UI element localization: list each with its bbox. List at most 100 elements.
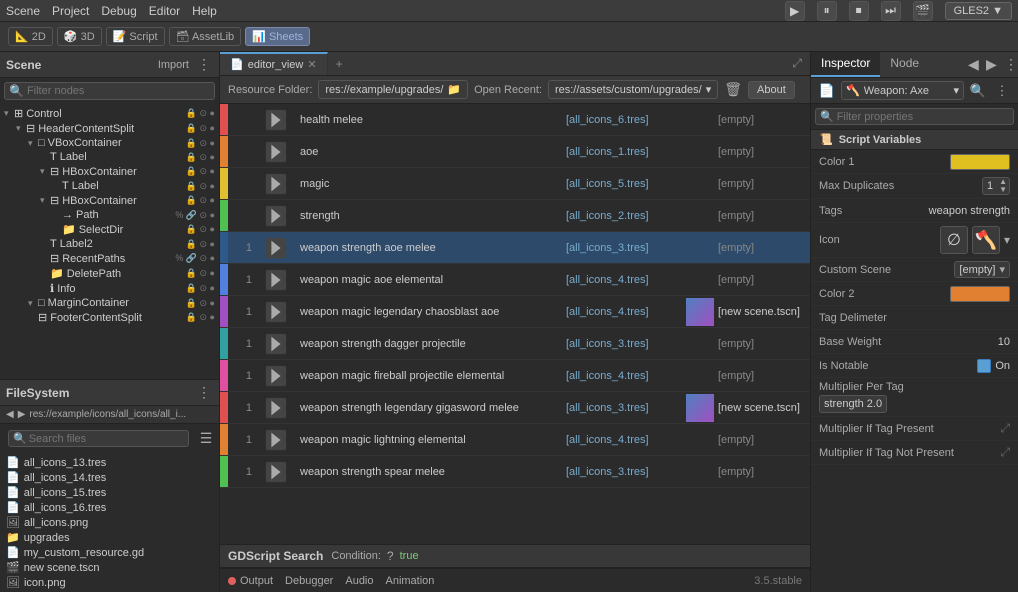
mode-script-btn[interactable]: 📝 Script <box>106 27 165 46</box>
menu-scene[interactable]: Scene <box>6 4 40 18</box>
prop-color1-swatch[interactable] <box>950 154 1010 170</box>
mult-not-present-expand[interactable]: ⤢ <box>1000 445 1010 460</box>
prop-notable-toggle[interactable]: On <box>977 359 1010 373</box>
fs-search-input[interactable] <box>29 433 184 445</box>
table-row[interactable]: aoe [all_icons_1.tres] [empty] <box>220 136 810 168</box>
animation-btn[interactable]: Animation <box>386 575 435 587</box>
prop-color2-swatch[interactable] <box>950 286 1010 302</box>
tree-item-label2[interactable]: TLabel2🔒 ⊙ ● <box>0 237 219 251</box>
fs-item[interactable]: 🖼all_icons.png <box>0 515 219 530</box>
tree-item-footercontentsplit[interactable]: ⊟FooterContentSplit🔒 ⊙ ● <box>0 310 219 325</box>
pause-button[interactable]: ⏸ <box>817 1 837 21</box>
inspector-filter-input[interactable] <box>837 111 1009 123</box>
tree-item-selectdir[interactable]: 📁SelectDir🔒 ⊙ ● <box>0 222 219 237</box>
open-recent-select[interactable]: res://assets/custom/upgrades/ ▾ <box>548 80 718 99</box>
movie-button[interactable]: 🎬 <box>913 1 933 21</box>
tree-item-control[interactable]: ▾⊞Control🔒 ⊙ ● <box>0 106 219 121</box>
table-row[interactable]: magic [all_icons_5.tres] [empty] <box>220 168 810 200</box>
tree-item-recentpaths[interactable]: ⊟RecentPaths% 🔗 ⊙ ● <box>0 251 219 266</box>
tree-item-label[interactable]: TLabel🔒 ⊙ ● <box>0 150 219 164</box>
tree-item-label[interactable]: TLabel🔒 ⊙ ● <box>0 179 219 193</box>
mode-3d-btn[interactable]: 🎲 3D <box>57 27 102 46</box>
play-button[interactable]: ▶ <box>785 1 805 21</box>
menu-debug[interactable]: Debug <box>101 4 136 18</box>
fs-item[interactable]: 📄all_icons_16.tres <box>0 500 219 515</box>
tree-item-hboxcontainer[interactable]: ▾⊟HBoxContainer🔒 ⊙ ● <box>0 193 219 208</box>
table-row[interactable]: 1 weapon strength dagger projectile [all… <box>220 328 810 360</box>
inspector-history-next[interactable]: ▶ <box>982 52 1000 77</box>
fs-item[interactable]: 📄all_icons_14.tres <box>0 470 219 485</box>
tab-close-btn[interactable]: ✕ <box>307 58 316 71</box>
inspector-filter-row[interactable]: 🔍 <box>815 108 1014 125</box>
fs-back-btn[interactable]: ◀ <box>6 409 14 420</box>
fs-item[interactable]: 📄all_icons_13.tres <box>0 455 219 470</box>
tree-item-hboxcontainer[interactable]: ▾⊟HBoxContainer🔒 ⊙ ● <box>0 164 219 179</box>
scene-menu-btn[interactable]: ⋮ <box>195 56 213 73</box>
table-row[interactable]: 1 weapon strength legendary gigasword me… <box>220 392 810 424</box>
tree-item-deletepath[interactable]: 📁DeletePath🔒 ⊙ ● <box>0 266 219 281</box>
maximize-btn[interactable]: ⤢ <box>784 52 810 75</box>
table-row[interactable]: 1 weapon magic lightning elemental [all_… <box>220 424 810 456</box>
mult-present-expand[interactable]: ⤢ <box>1000 421 1010 436</box>
table-row[interactable]: strength [all_icons_2.tres] [empty] <box>220 200 810 232</box>
menu-editor[interactable]: Editor <box>149 4 180 18</box>
table-row[interactable]: 1 weapon strength aoe melee [all_icons_3… <box>220 232 810 264</box>
table-row[interactable]: 1 weapon magic legendary chaosblast aoe … <box>220 296 810 328</box>
tree-item-vboxcontainer[interactable]: ▾□VBoxContainer🔒 ⊙ ● <box>0 136 219 150</box>
inspector-settings-icon[interactable]: ⋮ <box>992 83 1012 99</box>
menu-project[interactable]: Project <box>52 4 89 18</box>
inspector-history-prev[interactable]: ◀ <box>964 52 982 77</box>
tree-item-info[interactable]: ℹInfo🔒 ⊙ ● <box>0 281 219 296</box>
fs-forward-btn[interactable]: ▶ <box>18 409 26 420</box>
prop-icon-null[interactable]: ∅ <box>940 226 968 254</box>
fs-item[interactable]: 🖼icon.png <box>0 575 219 590</box>
tree-item-headercontentsplit[interactable]: ▾⊟HeaderContentSplit🔒 ⊙ ● <box>0 121 219 136</box>
fs-item-icon: 🎬 <box>6 561 20 574</box>
multiplier-per-tag-value[interactable]: strength 2.0 <box>819 395 887 413</box>
fs-item[interactable]: 🎬new scene.tscn <box>0 560 219 575</box>
inspector-tab[interactable]: Inspector <box>811 52 880 77</box>
max-dup-spinner[interactable]: ▲ ▼ <box>997 178 1009 194</box>
editor-view-tab[interactable]: 📄 editor_view ✕ <box>220 52 328 75</box>
max-dup-input[interactable]: 1 ▲ ▼ <box>982 177 1010 195</box>
renderer-select[interactable]: GLES2 ▼ <box>945 2 1012 20</box>
scene-search-bar[interactable]: 🔍 <box>4 82 215 100</box>
tree-item-path[interactable]: →Path% 🔗 ⊙ ● <box>0 208 219 222</box>
prop-icon-chevron[interactable]: ▾ <box>1004 233 1010 247</box>
mode-sheets-btn[interactable]: 📊 Sheets <box>245 27 310 46</box>
prop-tags-value[interactable]: weapon strength <box>929 205 1010 217</box>
import-label[interactable]: Import <box>158 59 189 71</box>
scene-filter-input[interactable] <box>27 85 210 97</box>
filesystem-search[interactable]: 🔍 <box>8 430 189 447</box>
debugger-btn[interactable]: Debugger <box>285 575 333 587</box>
mode-2d-btn[interactable]: 📐 2D <box>8 27 53 46</box>
output-btn[interactable]: Output <box>228 575 273 587</box>
fs-filter-btn[interactable]: ☰ <box>197 430 215 447</box>
table-row[interactable]: 1 weapon strength spear melee [all_icons… <box>220 456 810 488</box>
prop-base-weight-value[interactable]: 10 <box>998 336 1010 348</box>
fs-item[interactable]: 📄all_icons_15.tres <box>0 485 219 500</box>
menu-help[interactable]: Help <box>192 4 217 18</box>
audio-btn[interactable]: Audio <box>345 575 373 587</box>
table-row[interactable]: health melee [all_icons_6.tres] [empty] <box>220 104 810 136</box>
node-tab[interactable]: Node <box>880 52 929 77</box>
fs-item[interactable]: 📁upgrades <box>0 530 219 545</box>
about-btn[interactable]: About <box>748 81 795 99</box>
prop-custom-scene-select[interactable]: [empty] ▾ <box>954 261 1010 278</box>
inspector-search-icon[interactable]: 🔍 <box>968 83 988 99</box>
clear-recent-btn[interactable]: 🗑 <box>724 81 742 98</box>
resource-path-display[interactable]: res://example/upgrades/ 📁 <box>318 80 468 99</box>
table-row[interactable]: 1 weapon magic aoe elemental [all_icons_… <box>220 264 810 296</box>
condition-help-icon[interactable]: ? <box>387 549 394 563</box>
tree-item-margincontainer[interactable]: ▾□MarginContainer🔒 ⊙ ● <box>0 296 219 310</box>
step-button[interactable]: ⏭ <box>881 1 901 21</box>
fs-item[interactable]: 📄my_custom_resource.gd <box>0 545 219 560</box>
mode-assetlib-btn[interactable]: 🗃 AssetLib <box>169 27 242 46</box>
stop-button[interactable]: ⏹ <box>849 1 869 21</box>
tab-add-btn[interactable]: + <box>328 53 351 75</box>
filesystem-menu-btn[interactable]: ⋮ <box>195 384 213 401</box>
table-row[interactable]: 1 weapon magic fireball projectile eleme… <box>220 360 810 392</box>
weapon-select[interactable]: 🪓 Weapon: Axe ▾ <box>841 81 964 100</box>
prop-icon-axe[interactable]: 🪓 <box>972 226 1000 254</box>
inspector-menu-btn[interactable]: ⋮ <box>1000 52 1018 77</box>
